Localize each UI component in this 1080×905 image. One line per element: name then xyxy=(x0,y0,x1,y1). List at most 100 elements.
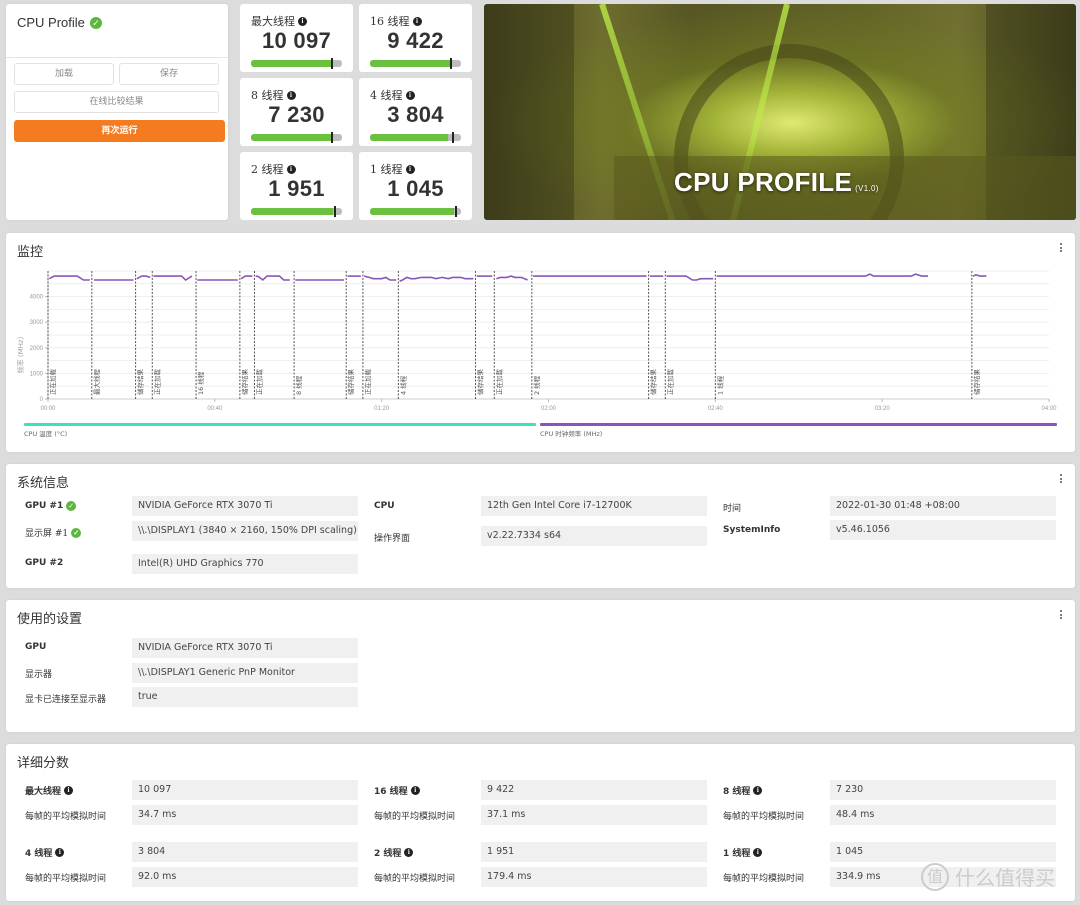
score-bar-fill xyxy=(251,134,332,141)
y-tick-label: 0 xyxy=(40,397,44,403)
settings-row-label: GPU xyxy=(25,642,46,652)
clock-series-line xyxy=(153,275,193,282)
score-tile-value: 1 045 xyxy=(387,176,444,201)
event-marker-label: 2 线程 xyxy=(532,375,541,395)
detail-time-label: 每帧的平均模拟时间 xyxy=(25,809,106,822)
detail-time-value: 37.1 ms xyxy=(481,805,707,825)
info-icon[interactable]: i xyxy=(753,848,763,857)
settings-row-label-text: 显示器 xyxy=(25,670,53,680)
run-again-button[interactable]: 再次运行 xyxy=(14,120,225,142)
clock-series-line xyxy=(716,273,928,277)
check-circle-icon: ✓ xyxy=(71,527,82,538)
score-tile-value: 7 230 xyxy=(268,102,325,127)
check-circle-icon: ✓ xyxy=(66,501,77,511)
sysinfo-row-label: GPU #1 ✓ xyxy=(25,501,77,511)
event-marker-label: 1 线程 xyxy=(715,375,724,395)
sysinfo-row-label-text: CPU xyxy=(374,501,395,511)
legend-swatch-temp xyxy=(24,423,536,426)
event-marker-label: 8 线程 xyxy=(294,375,303,395)
score-tile-label: 16 线程 i xyxy=(370,13,422,29)
score-bar-fill xyxy=(370,208,454,215)
info-icon[interactable]: i xyxy=(55,848,65,857)
score-tile-label-text: 16 线程 xyxy=(370,15,410,28)
score-bar xyxy=(251,206,342,217)
event-marker-label: 正在加载 xyxy=(152,369,161,396)
settings-row-label-text: 显卡已连接至显示器 xyxy=(25,695,107,705)
score-bar-marker xyxy=(450,58,453,69)
info-icon[interactable]: i xyxy=(410,786,420,795)
compare-online-button[interactable]: 在线比较结果 xyxy=(14,91,219,113)
info-icon[interactable]: i xyxy=(405,164,415,174)
settings-row-value: \\.\DISPLAY1 Generic PnP Monitor xyxy=(132,663,358,683)
legend-label-clock: CPU 时钟频率 (MHz) xyxy=(540,429,602,438)
info-icon[interactable]: i xyxy=(753,786,763,795)
kebab-menu-icon[interactable] xyxy=(1059,474,1063,485)
clock-series-line xyxy=(496,275,528,281)
info-icon[interactable]: i xyxy=(286,90,296,100)
sysinfo-row-value: \\.\DISPLAY1 (3840 × 2160, 150% DPI scal… xyxy=(132,521,358,541)
info-icon[interactable]: i xyxy=(405,90,415,100)
detail-time-label-text: 每帧的平均模拟时间 xyxy=(25,874,107,884)
event-marker-label: 正在加载 xyxy=(363,369,372,396)
score-tile: 2 线程 i 1 951 xyxy=(240,152,353,220)
detail-time-label: 每帧的平均模拟时间 xyxy=(25,871,106,884)
monitor-panel: 监控 0 1000 2000 3000 4000 频率 (MHz) 00:00 00:40 01… xyxy=(6,233,1075,452)
score-bar-marker xyxy=(333,206,336,217)
settings-row-label: 显示器 xyxy=(25,667,52,680)
settings-title: 使用的设置 xyxy=(17,612,83,627)
score-tile-label: 8 线程 i xyxy=(251,87,296,103)
divider xyxy=(6,57,228,58)
banner-title-text: CPU PROFILE xyxy=(674,167,853,197)
load-button[interactable]: 加载 xyxy=(14,63,114,85)
score-tile-label-text: 1 线程 xyxy=(370,163,403,176)
event-marker-label: 最大线程 xyxy=(92,369,101,396)
sysinfo-row-value: 2022-01-30 01:48 +08:00 xyxy=(830,496,1056,516)
sysinfo-row-label-text: GPU #2 xyxy=(25,558,64,568)
event-marker-label: 4 线程 xyxy=(398,375,407,395)
score-tile-label: 4 线程 i xyxy=(370,87,415,103)
kebab-menu-icon[interactable] xyxy=(1059,610,1063,621)
profile-card: CPU Profile ✓ 加载 保存 在线比较结果 再次运行 xyxy=(6,4,228,220)
detail-score-label-text: 4 线程 xyxy=(25,849,53,859)
detail-time-label: 每帧的平均模拟时间 xyxy=(374,871,455,884)
x-tick-label: 04:00 xyxy=(1041,406,1057,412)
sysinfo-row-label-text: 时间 xyxy=(723,504,742,514)
event-marker-label: 16 线程 xyxy=(196,371,205,395)
detail-time-label: 每帧的平均模拟时间 xyxy=(723,809,804,822)
detail-time-label: 每帧的平均模拟时间 xyxy=(723,871,804,884)
legend-label-temp: CPU 温度 (°C) xyxy=(24,429,67,438)
score-tile-value: 3 804 xyxy=(387,102,444,127)
info-icon[interactable]: i xyxy=(404,848,414,857)
score-tile-value: 9 422 xyxy=(387,28,444,53)
sysinfo-row-label-text: GPU #1 xyxy=(25,501,64,511)
save-button[interactable]: 保存 xyxy=(119,63,219,85)
clock-series-line xyxy=(136,275,151,280)
score-bar xyxy=(251,132,342,143)
info-icon[interactable]: i xyxy=(298,16,307,26)
detail-score-label: 2 线程 i xyxy=(374,846,414,859)
watermark: 值 什么值得买 xyxy=(921,862,1055,891)
detail-score-value: 10 097 xyxy=(132,780,358,800)
detail-score-label: 最大线程 i xyxy=(25,784,74,797)
score-bar xyxy=(370,132,461,143)
info-icon[interactable]: i xyxy=(64,786,74,795)
detail-score-label: 4 线程 i xyxy=(25,846,65,859)
sysinfo-row-value: 12th Gen Intel Core i7-12700K xyxy=(481,496,707,516)
detail-score-label: 16 线程 i xyxy=(374,784,420,797)
score-tile-label-text: 最大线程 xyxy=(251,15,295,28)
detail-time-value: 179.4 ms xyxy=(481,867,707,887)
event-marker-label: 储存结果 xyxy=(136,369,145,396)
score-tile: 16 线程 i 9 422 xyxy=(359,4,472,72)
detail-score-value: 9 422 xyxy=(481,780,707,800)
event-marker-label: 储存结果 xyxy=(240,369,249,396)
detail-score-label-text: 8 线程 xyxy=(723,787,751,797)
info-icon[interactable]: i xyxy=(412,16,422,26)
clock-series-line xyxy=(48,275,90,281)
score-tile-label-text: 4 线程 xyxy=(370,89,403,102)
info-icon[interactable]: i xyxy=(286,164,296,174)
detail-time-label: 每帧的平均模拟时间 xyxy=(374,809,455,822)
event-marker-label: 储存结果 xyxy=(972,369,981,396)
sysinfo-row-label-text: 操作界面 xyxy=(374,534,411,544)
monitor-chart: 0 1000 2000 3000 4000 频率 (MHz) 00:00 00:40 01:20… xyxy=(16,270,1057,438)
clock-series-line xyxy=(399,276,474,282)
